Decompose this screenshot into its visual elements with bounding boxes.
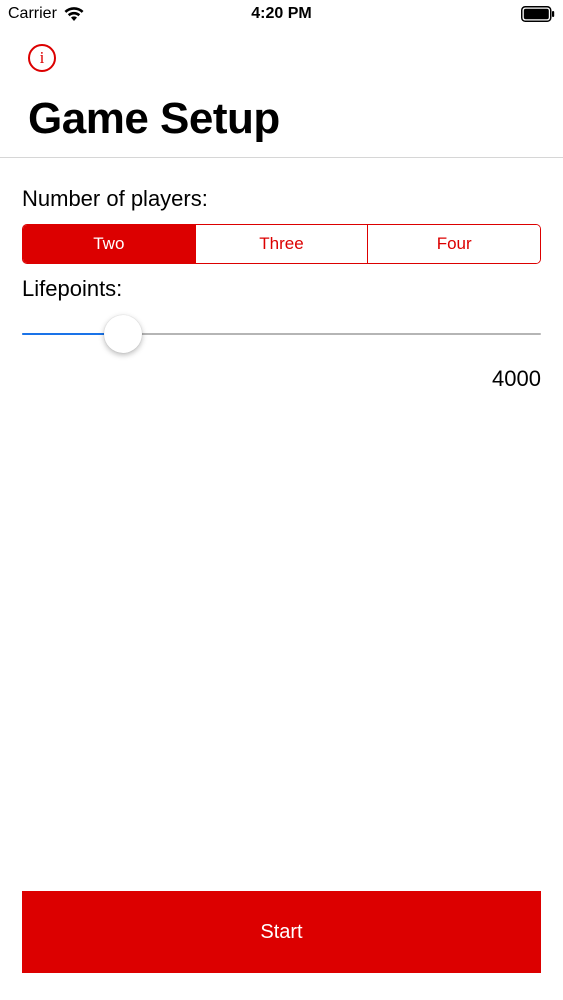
start-button[interactable]: Start — [22, 891, 541, 973]
page-title: Game Setup — [28, 94, 280, 143]
lifepoints-value: 4000 — [492, 366, 541, 391]
status-bar: Carrier 4:20 PM — [0, 0, 563, 30]
info-button[interactable]: i — [28, 44, 56, 72]
info-icon: i — [39, 48, 45, 67]
status-time: 4:20 PM — [251, 5, 312, 22]
lifepoints-label: Lifepoints: — [22, 276, 123, 301]
header-divider — [0, 157, 563, 158]
segment-four[interactable]: Four — [368, 225, 540, 263]
lifepoints-slider[interactable] — [22, 314, 541, 354]
segment-two[interactable]: Two — [23, 225, 196, 263]
slider-thumb[interactable] — [103, 315, 142, 353]
battery-icon — [521, 6, 555, 22]
players-label: Number of players: — [22, 186, 208, 211]
segment-three[interactable]: Three — [195, 225, 369, 263]
players-segmented-control: Two Three Four — [22, 224, 541, 264]
